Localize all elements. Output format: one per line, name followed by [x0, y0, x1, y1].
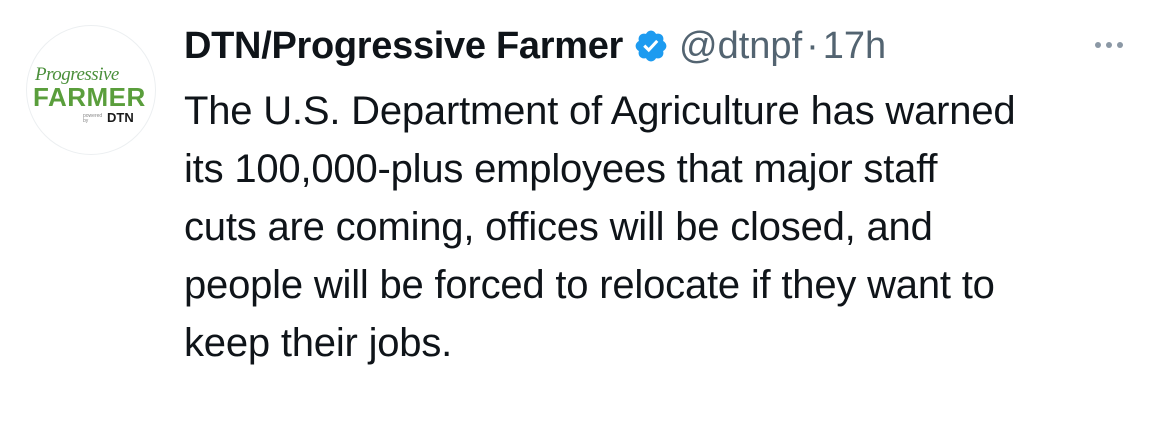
- timestamp[interactable]: 17h: [823, 25, 886, 68]
- tweet-text: The U.S. Department of Agriculture has w…: [184, 89, 1016, 365]
- logo-text-dtn: DTN: [107, 110, 134, 125]
- dot: [1106, 42, 1112, 48]
- verified-badge-icon[interactable]: [633, 28, 669, 64]
- more-horizontal-icon[interactable]: [1083, 30, 1135, 60]
- logo-text-farmer: FARMER: [33, 82, 146, 112]
- tweet[interactable]: Progressive FARMER powered by DTN DTN/Pr…: [0, 0, 1156, 425]
- separator-dot: ·: [806, 24, 819, 67]
- logo-text-powered-by: powered by: [83, 113, 103, 124]
- avatar[interactable]: Progressive FARMER powered by DTN: [26, 25, 156, 155]
- dot: [1117, 42, 1123, 48]
- author-handle[interactable]: @dtnpf: [679, 25, 802, 68]
- tweet-header: DTN/Progressive Farmer @dtnpf · 17h: [184, 22, 886, 70]
- dot: [1095, 42, 1101, 48]
- author-name[interactable]: DTN/Progressive Farmer: [184, 25, 623, 68]
